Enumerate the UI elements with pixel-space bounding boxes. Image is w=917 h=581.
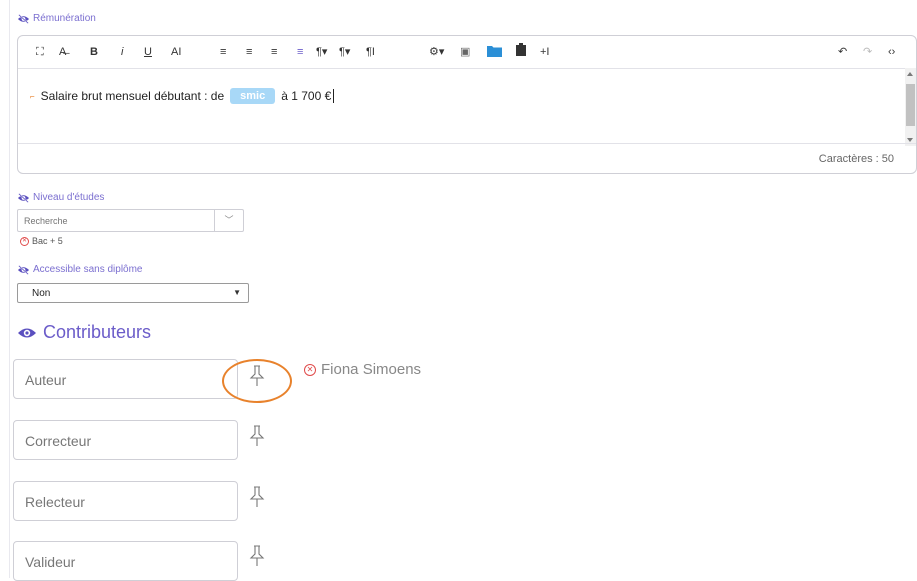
assign-pin-icon[interactable]: [249, 486, 265, 508]
editor-content[interactable]: ⌐ Salaire brut mensuel débutant : de smi…: [18, 68, 906, 146]
accessible-select-value: Non: [32, 288, 51, 299]
relecteur-label: Relecteur: [25, 494, 85, 510]
smic-tag[interactable]: smic: [230, 88, 276, 104]
remuneration-label: Rémunération: [17, 13, 96, 24]
insert-line-icon[interactable]: +I: [540, 45, 549, 59]
code-view-icon[interactable]: ‹›: [888, 45, 895, 59]
redo-icon[interactable]: ↷: [863, 45, 872, 59]
correcteur-label: Correcteur: [25, 433, 92, 449]
character-count: Caractères : 50: [818, 153, 894, 165]
auteur-label: Auteur: [25, 372, 67, 388]
editor-text-prefix: Salaire brut mensuel débutant : de: [40, 89, 225, 103]
niveau-search-box: ﹀: [17, 209, 244, 232]
editor-toolbar: ⛶ A̶ B i U AI ≡ ≡ ≡ ≡ ¶▾ ¶▾ ¶I ⚙▾ ▣ +I ↶…: [18, 36, 916, 69]
remove-person-icon[interactable]: ✕: [304, 363, 316, 376]
chevron-down-icon[interactable]: ﹀: [214, 210, 243, 231]
remove-tag-icon[interactable]: ✕: [20, 236, 29, 246]
assign-pin-icon[interactable]: [249, 545, 265, 567]
assigned-person-name: Fiona Simoens: [321, 361, 422, 378]
bold-icon[interactable]: B: [90, 45, 98, 59]
accessible-sans-diplome-label: Accessible sans diplôme: [17, 264, 143, 275]
editor-text-suffix: à 1 700 €: [281, 89, 332, 103]
align-right-icon[interactable]: ≡: [271, 45, 277, 59]
folder-icon[interactable]: [487, 44, 502, 57]
selected-tag-bac5: ✕ Bac + 5: [20, 236, 63, 246]
strikethrough-icon[interactable]: A̶: [59, 45, 66, 59]
highlight-circle: [222, 359, 292, 403]
niveau-etudes-label-text: Niveau d'études: [33, 192, 105, 203]
eye-icon[interactable]: [17, 326, 37, 340]
paragraph-style-icon[interactable]: ¶▾: [339, 45, 350, 59]
scroll-down-icon[interactable]: [907, 138, 913, 142]
caret-down-icon: ▼: [233, 288, 241, 297]
eye-slash-icon[interactable]: [17, 13, 30, 24]
assign-pin-icon[interactable]: [249, 425, 265, 447]
remuneration-label-text: Rémunération: [33, 13, 96, 24]
underline-icon[interactable]: U: [144, 45, 152, 59]
scroll-thumb[interactable]: [906, 84, 915, 126]
clear-format-icon[interactable]: AI: [171, 45, 181, 59]
align-justify-icon[interactable]: ≡: [297, 45, 303, 59]
align-center-icon[interactable]: ≡: [246, 45, 252, 59]
editor-scrollbar[interactable]: [905, 68, 916, 146]
contributeurs-title: Contributeurs: [43, 322, 152, 342]
undo-icon[interactable]: ↶: [838, 45, 847, 59]
clipboard-icon[interactable]: [516, 43, 526, 56]
eye-slash-icon[interactable]: [17, 192, 30, 203]
accessible-label-text: Accessible sans diplôme: [33, 264, 143, 275]
paragraph-marker-icon: ⌐: [30, 91, 35, 101]
niveau-search-input[interactable]: [18, 210, 215, 231]
paragraph-format-icon[interactable]: ¶▾: [316, 45, 327, 59]
relecteur-field[interactable]: Relecteur: [13, 481, 238, 521]
contributeurs-heading: Contributeurs: [17, 322, 151, 343]
editor-footer: Caractères : 50: [18, 143, 916, 173]
accessible-select[interactable]: Non ▼: [17, 283, 249, 303]
fullscreen-icon[interactable]: ⛶: [36, 45, 44, 59]
auteur-field[interactable]: Auteur: [13, 359, 238, 399]
assigned-person: ✕ Fiona Simoens: [304, 361, 421, 378]
text-cursor: [333, 89, 335, 103]
correcteur-field[interactable]: Correcteur: [13, 420, 238, 460]
insert-image-icon[interactable]: ▣: [460, 45, 470, 59]
left-guide-line: [9, 0, 10, 578]
eye-slash-icon[interactable]: [17, 264, 30, 275]
valideur-label: Valideur: [25, 554, 76, 570]
rich-text-editor[interactable]: ⛶ A̶ B i U AI ≡ ≡ ≡ ≡ ¶▾ ¶▾ ¶I ⚙▾ ▣ +I ↶…: [17, 35, 917, 174]
niveau-etudes-label: Niveau d'études: [17, 192, 104, 203]
settings-icon[interactable]: ⚙▾: [429, 45, 444, 59]
italic-icon[interactable]: i: [121, 45, 123, 59]
valideur-field[interactable]: Valideur: [13, 541, 238, 581]
align-left-icon[interactable]: ≡: [220, 45, 226, 59]
scroll-up-icon[interactable]: [907, 72, 913, 76]
show-paragraph-icon[interactable]: ¶I: [366, 45, 375, 59]
editor-paragraph[interactable]: ⌐ Salaire brut mensuel débutant : de smi…: [30, 88, 335, 104]
selected-tag-label: Bac + 5: [32, 236, 63, 246]
